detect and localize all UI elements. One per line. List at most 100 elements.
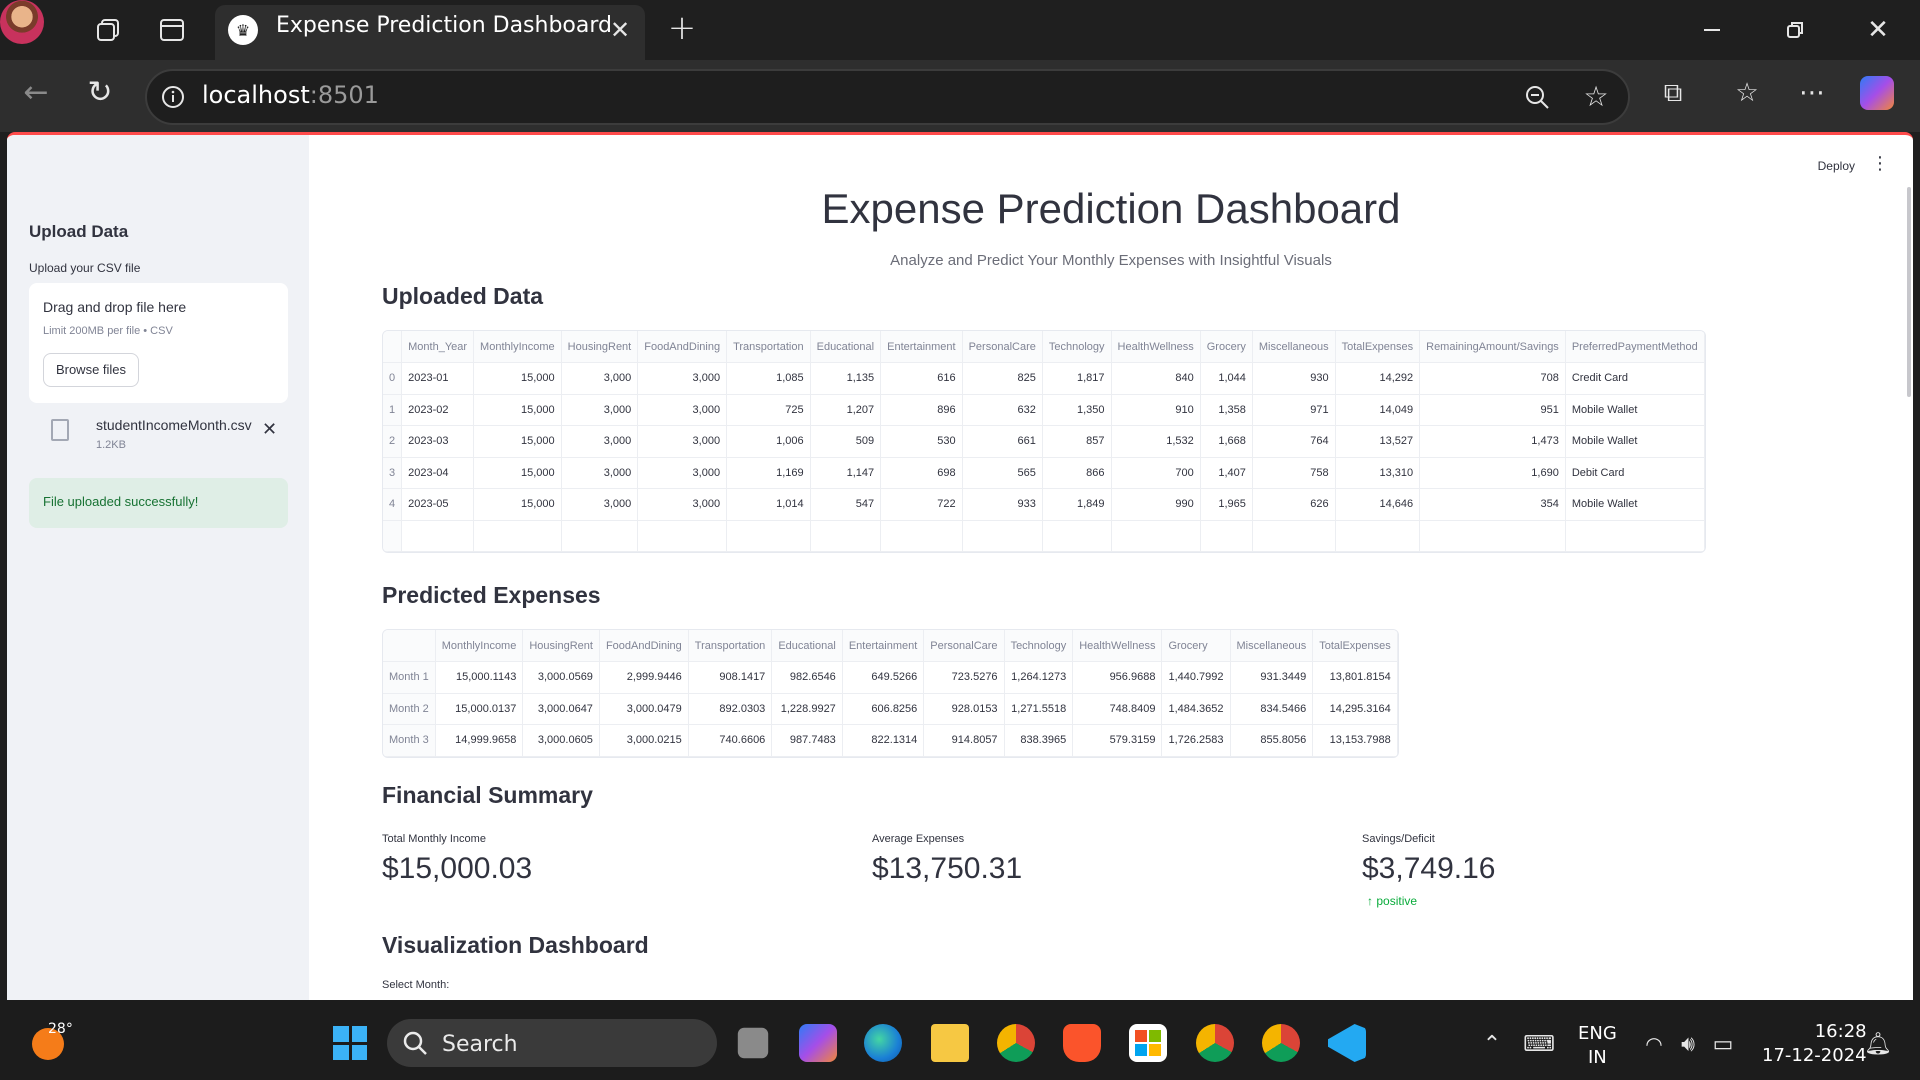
table-row[interactable]: Month 1 15,000.1143 3,000.0569 2,999.9446 90… [383,661,1398,694]
table-cell[interactable]: 3,000 [637,362,728,395]
empty-cell[interactable] [401,520,475,552]
minimize-icon[interactable] [1696,14,1728,46]
table-cell[interactable]: 857 [1042,425,1112,458]
empty-cell[interactable] [1042,520,1112,552]
deploy-button[interactable]: Deploy [1818,159,1855,173]
column-header[interactable]: HousingRent [561,331,639,363]
column-header[interactable]: PersonalCare [923,630,1005,662]
table-cell[interactable]: 547 [810,488,882,521]
column-header[interactable]: Grocery [1161,630,1231,662]
url-text[interactable]: localhost:8501 [202,81,379,109]
table-cell[interactable]: 971 [1252,394,1336,426]
column-header[interactable]: Miscellaneous [1252,331,1336,363]
table-cell[interactable]: 866 [1042,457,1112,489]
browse-files-button[interactable]: Browse files [43,353,139,387]
predicted-expenses-table[interactable]: MonthlyIncome HousingRent FoodAndDining Tra… [382,629,1399,758]
column-header[interactable]: PreferredPaymentMethod [1565,331,1705,363]
table-cell[interactable]: 1,264.1273 [1004,661,1074,694]
empty-cell[interactable] [880,520,963,552]
table-cell[interactable]: 930 [1252,362,1336,395]
table-cell[interactable]: 1,726.2583 [1161,724,1231,757]
table-cell[interactable]: 626 [1252,488,1336,521]
index-column-header[interactable] [383,630,436,662]
table-cell[interactable]: 2,999.9446 [599,661,689,694]
workspaces-icon[interactable] [92,14,124,46]
table-cell[interactable]: 661 [962,425,1043,458]
column-header[interactable]: TotalExpenses [1312,630,1398,662]
add-favorite-star-icon[interactable]: ☆ [1580,80,1612,113]
close-window-icon[interactable]: ✕ [1862,14,1894,46]
column-header[interactable]: TotalExpenses [1335,331,1421,363]
column-header[interactable]: Miscellaneous [1230,630,1314,662]
empty-row[interactable] [383,520,1705,552]
table-cell[interactable]: 3,000 [561,425,639,458]
taskbar-search-box[interactable] [387,1019,717,1067]
table-cell[interactable]: 748.8409 [1072,693,1163,725]
table-cell[interactable]: 1,690 [1419,457,1566,489]
table-cell[interactable]: 1,044 [1200,362,1253,395]
column-header[interactable]: Entertainment [880,331,963,363]
table-row[interactable]: 2 2023-03 15,000 3,000 3,000 1,006 509 530 661 85… [383,425,1705,458]
table-cell[interactable]: 3,000.0215 [599,724,689,757]
row-index-cell[interactable]: 0 [383,362,403,395]
notifications-bell-icon[interactable]: 🔔︎ [1864,1030,1892,1058]
table-row[interactable]: Month 2 15,000.0137 3,000.0647 3,000.0479 89… [383,693,1398,725]
table-cell[interactable]: 13,527 [1335,425,1421,458]
table-cell[interactable]: 649.5266 [842,661,925,694]
table-cell[interactable]: 3,000 [637,457,728,489]
table-cell[interactable]: 15,000 [473,425,562,458]
file-explorer-icon[interactable] [931,1024,969,1062]
table-cell[interactable]: Debit Card [1565,457,1705,489]
profile-avatar-icon[interactable] [0,0,44,44]
table-cell[interactable]: 15,000 [473,394,562,426]
empty-cell[interactable] [1252,520,1336,552]
table-cell[interactable]: 606.8256 [842,693,925,725]
column-header[interactable]: Entertainment [842,630,925,662]
table-cell[interactable]: 910 [1111,394,1201,426]
table-cell[interactable]: 14,646 [1335,488,1421,521]
copilot-icon[interactable] [1860,76,1894,110]
column-header[interactable]: RemainingAmount/Savings [1419,331,1566,363]
table-cell[interactable]: 1,473 [1419,425,1566,458]
table-cell[interactable]: 725 [726,394,811,426]
column-header[interactable]: MonthlyIncome [435,630,524,662]
table-cell[interactable]: 892.0303 [688,693,773,725]
table-cell[interactable]: Mobile Wallet [1565,425,1705,458]
table-cell[interactable]: 1,965 [1200,488,1253,521]
column-header[interactable]: Technology [1004,630,1074,662]
table-cell[interactable]: 2023-05 [401,488,475,521]
table-row[interactable]: 3 2023-04 15,000 3,000 3,000 1,169 1,147 698 565… [383,457,1705,489]
column-header[interactable]: HealthWellness [1072,630,1163,662]
table-cell[interactable]: 3,000 [637,394,728,426]
table-cell[interactable]: 1,169 [726,457,811,489]
empty-cell[interactable] [1335,520,1421,552]
table-cell[interactable]: 896 [880,394,963,426]
row-index-cell[interactable]: Month 2 [383,693,436,725]
table-cell[interactable]: 13,310 [1335,457,1421,489]
table-cell[interactable]: 3,000 [561,394,639,426]
table-cell[interactable]: 14,295.3164 [1312,693,1398,725]
language-indicator[interactable]: ENG IN [1578,1022,1617,1070]
table-cell[interactable]: 15,000.0137 [435,693,524,725]
table-cell[interactable]: 1,085 [726,362,811,395]
table-cell[interactable]: 1,350 [1042,394,1112,426]
table-cell[interactable]: 982.6546 [771,661,843,694]
column-header[interactable]: Grocery [1200,331,1253,363]
table-cell[interactable]: 15,000 [473,362,562,395]
row-index-cell[interactable]: 2 [383,425,403,458]
chrome-icon[interactable] [997,1024,1035,1062]
table-row[interactable]: Month 3 14,999.9658 3,000.0605 3,000.0215 74… [383,724,1398,757]
row-index-cell[interactable]: 3 [383,457,403,489]
table-cell[interactable]: 2023-03 [401,425,475,458]
site-info-icon[interactable] [158,82,188,112]
table-cell[interactable]: 914.8057 [923,724,1005,757]
wifi-icon[interactable]: ◠ [1640,1030,1668,1058]
more-options-icon[interactable]: ⋯ [1795,76,1829,110]
table-cell[interactable]: 14,999.9658 [435,724,524,757]
table-cell[interactable]: 723.5276 [923,661,1005,694]
column-header[interactable]: FoodAndDining [599,630,689,662]
table-cell[interactable]: 855.8056 [1230,724,1314,757]
table-cell[interactable]: 15,000.1143 [435,661,524,694]
column-header[interactable]: HousingRent [522,630,600,662]
row-index-cell[interactable]: Month 1 [383,661,436,694]
